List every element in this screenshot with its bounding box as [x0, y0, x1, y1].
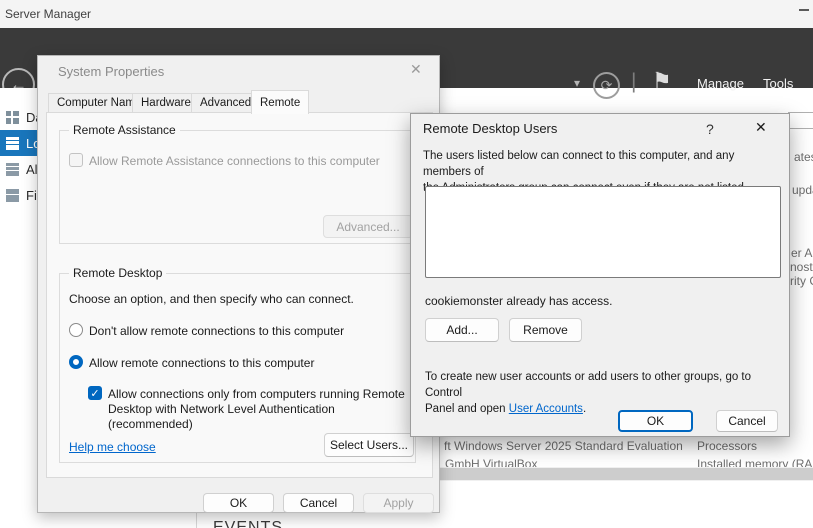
notifications-flag-icon[interactable]: ⚑ [652, 68, 672, 94]
footer-text-before: To create new user accounts or add users… [425, 371, 751, 415]
checkbox-label: Allow Remote Assistance connections to t… [89, 154, 380, 168]
minimize-button[interactable] [799, 9, 809, 11]
add-button[interactable]: Add... [425, 318, 499, 342]
ok-button[interactable]: OK [203, 493, 274, 513]
apply-button[interactable]: Apply [363, 493, 434, 513]
group-label: Remote Assistance [69, 123, 180, 137]
users-listbox[interactable] [425, 186, 781, 278]
remote-desktop-intro: Choose an option, and then specify who c… [69, 292, 354, 306]
cancel-button[interactable]: Cancel [716, 410, 778, 432]
remove-button[interactable]: Remove [509, 318, 582, 342]
cancel-button[interactable]: Cancel [283, 493, 354, 513]
remote-assistance-group: Remote Assistance Allow Remote Assistanc… [59, 130, 416, 244]
properties-fragment: rity C [790, 274, 813, 288]
chevron-down-icon[interactable]: ▾ [574, 76, 580, 90]
tab-remote[interactable]: Remote [251, 90, 309, 114]
events-section-header: EVENTS [213, 519, 283, 528]
refresh-icon: ⟳ [601, 77, 613, 94]
menu-tools[interactable]: Tools [763, 76, 793, 91]
remote-tab-page: Remote Assistance Allow Remote Assistanc… [46, 112, 433, 478]
radio-label: Allow remote connections to this compute… [89, 356, 314, 370]
tasks-box-fragment [788, 112, 813, 129]
tab-hardware[interactable]: Hardware [132, 93, 200, 113]
processors-label: Processors [697, 439, 757, 453]
status-text: cookiemonster already has access. [425, 294, 612, 308]
system-properties-dialog: System Properties ✕ Computer Name Hardwa… [37, 55, 440, 513]
properties-fragment: nosti [790, 260, 813, 274]
properties-fragment: er An [791, 246, 813, 260]
help-me-choose-link[interactable]: Help me choose [69, 440, 156, 454]
remote-desktop-group: Remote Desktop Choose an option, and the… [59, 273, 416, 463]
ok-button[interactable]: OK [618, 410, 693, 432]
check-icon: ✓ [90, 387, 99, 400]
radio-dont-allow[interactable] [69, 323, 83, 337]
dashboard-grid-icon [6, 111, 19, 124]
properties-fragment: ates [794, 150, 813, 164]
help-icon[interactable]: ? [706, 121, 714, 137]
advanced-button[interactable]: Advanced... [323, 215, 413, 238]
dialog-title: Remote Desktop Users [423, 121, 557, 136]
user-accounts-link[interactable]: User Accounts [509, 403, 583, 415]
remote-desktop-users-dialog: Remote Desktop Users ? ✕ The users liste… [410, 113, 790, 437]
close-icon[interactable]: ✕ [755, 119, 767, 136]
nla-checkbox[interactable]: ✓ [88, 386, 102, 400]
radio-allow[interactable] [69, 355, 83, 369]
window-titlebar: Server Manager [0, 0, 813, 28]
radio-label: Don't allow remote connections to this c… [89, 324, 344, 338]
nla-checkbox-label: Allow connections only from computers ru… [108, 387, 410, 432]
remote-assistance-checkbox[interactable] [69, 153, 83, 167]
servers-icon [6, 163, 19, 176]
os-version-text: ft Windows Server 2025 Standard Evaluati… [444, 439, 683, 453]
horizontal-scrollbar-thumb[interactable] [420, 468, 813, 480]
select-users-button[interactable]: Select Users... [324, 433, 414, 457]
refresh-button[interactable]: ⟳ [593, 72, 620, 99]
tab-advanced[interactable]: Advanced [191, 93, 260, 113]
window-title: Server Manager [5, 7, 91, 21]
navbar-divider: | [631, 70, 636, 94]
server-icon [6, 137, 19, 150]
footer-text-after: . [583, 403, 586, 415]
footer-text: To create new user accounts or add users… [425, 353, 783, 417]
menu-manage[interactable]: Manage [697, 76, 744, 91]
group-label: Remote Desktop [69, 266, 166, 280]
file-storage-icon [6, 189, 19, 202]
close-icon[interactable]: ✕ [410, 61, 422, 78]
properties-fragment: upda [792, 183, 813, 197]
dialog-title: System Properties [58, 64, 164, 79]
